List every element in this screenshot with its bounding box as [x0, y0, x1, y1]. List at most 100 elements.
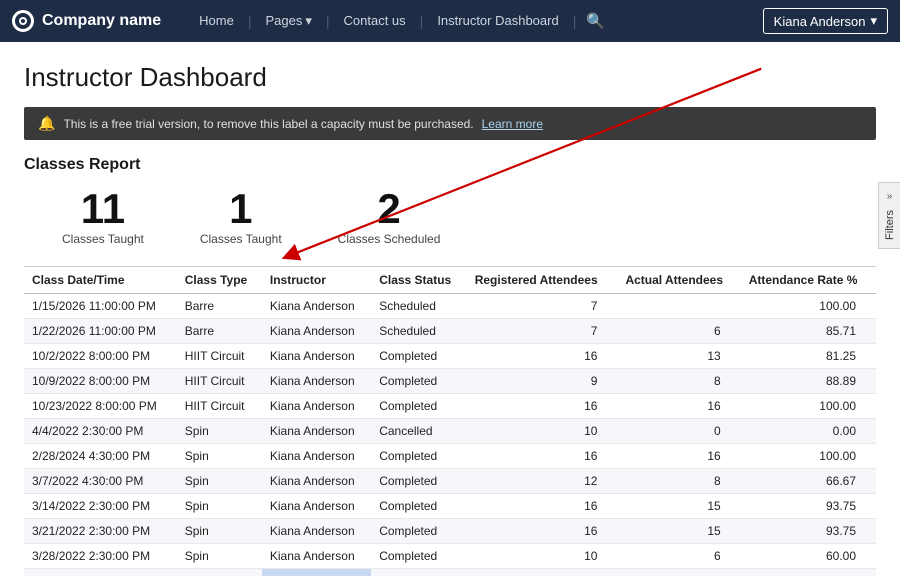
cell-instructor: Kiana Anderson	[262, 519, 371, 544]
stat-label-0: Classes Taught	[62, 232, 144, 246]
cell-registered: 16	[467, 444, 618, 469]
cell-instructor: Kiana Anderson	[262, 344, 371, 369]
stat-block-2: 2 Classes Scheduled	[310, 188, 469, 246]
cell-date: 10/23/2022 8:00:00 PM	[24, 394, 177, 419]
cell-status: Scheduled	[371, 294, 467, 319]
cell-registered: 14	[467, 569, 618, 576]
cell-type: Spin	[177, 469, 262, 494]
cell-rate: 93.75	[741, 519, 876, 544]
cell-rate: 60.00	[741, 544, 876, 569]
cell-instructor: Kiana Anderson	[262, 544, 371, 569]
trial-text: This is a free trial version, to remove …	[63, 117, 473, 131]
trial-banner: 🔔 This is a free trial version, to remov…	[24, 107, 876, 140]
filters-label: Filters	[884, 210, 896, 240]
cell-type: Spin	[177, 569, 262, 576]
cell-instructor: Kiana Anderson	[262, 369, 371, 394]
cell-status: Cancelled	[371, 419, 467, 444]
table-row: 10/2/2022 8:00:00 PM HIIT Circuit Kiana …	[24, 344, 876, 369]
cell-type: HIIT Circuit	[177, 394, 262, 419]
chevron-left-icon: »	[887, 191, 893, 202]
cell-status: Completed	[371, 494, 467, 519]
user-dropdown-icon: ▾	[870, 13, 877, 29]
stat-number-2: 2	[338, 188, 441, 230]
cell-instructor: Kiana Anderson	[262, 494, 371, 519]
col-rate: Attendance Rate %	[741, 267, 876, 294]
nav-instructor-dashboard[interactable]: Instructor Dashboard	[423, 0, 572, 42]
user-name-label: Kiana Anderson	[774, 14, 866, 29]
report-title: Classes Report	[24, 156, 876, 174]
table-row: 10/23/2022 8:00:00 PM HIIT Circuit Kiana…	[24, 394, 876, 419]
cell-registered: 16	[467, 519, 618, 544]
cell-date: 4/4/2022 2:30:00 PM	[24, 419, 177, 444]
cell-rate: 100.00	[741, 444, 876, 469]
company-logo[interactable]: Company name	[12, 10, 161, 32]
nav-bar: Company name Home | Pages ▾ | Contact us…	[0, 0, 900, 42]
cell-instructor: Kiana Anderson	[262, 319, 371, 344]
cell-registered: 10	[467, 419, 618, 444]
cell-type: HIIT Circuit	[177, 369, 262, 394]
cell-rate: 81.25	[741, 344, 876, 369]
cell-rate: 88.89	[741, 369, 876, 394]
cell-registered: 9	[467, 369, 618, 394]
cell-date: 4/11/2022 2:30:00 PM	[24, 569, 177, 576]
cell-registered: 7	[467, 319, 618, 344]
main-content: Instructor Dashboard 🔔 This is a free tr…	[0, 42, 900, 576]
stat-number-0: 11	[62, 188, 144, 230]
cell-registered: 7	[467, 294, 618, 319]
cell-rate: 0.00	[741, 419, 876, 444]
col-actual: Actual Attendees	[617, 267, 740, 294]
table-row: 3/7/2022 4:30:00 PM Spin Kiana Anderson …	[24, 469, 876, 494]
cell-status: Scheduled	[371, 319, 467, 344]
filters-sidebar[interactable]: » Filters	[878, 182, 900, 249]
search-icon[interactable]: 🔍	[576, 12, 615, 30]
cell-rate: 66.67	[741, 469, 876, 494]
cell-status: Completed	[371, 369, 467, 394]
table-row: 10/9/2022 8:00:00 PM HIIT Circuit Kiana …	[24, 369, 876, 394]
col-date: Class Date/Time	[24, 267, 177, 294]
col-instructor: Instructor	[262, 267, 371, 294]
nav-links: Home | Pages ▾ | Contact us | Instructor…	[185, 0, 759, 42]
stat-number-1: 1	[200, 188, 282, 230]
cell-type: Spin	[177, 419, 262, 444]
cell-type: Spin	[177, 519, 262, 544]
stat-block-0: 11 Classes Taught	[34, 188, 172, 246]
cell-actual: 16	[617, 394, 740, 419]
cell-status: Completed	[371, 519, 467, 544]
cell-status: Completed	[371, 444, 467, 469]
user-menu-button[interactable]: Kiana Anderson ▾	[763, 8, 888, 34]
cell-rate: 100.00	[741, 294, 876, 319]
cell-instructor: Kiana Anderson	[262, 419, 371, 444]
nav-pages[interactable]: Pages ▾	[251, 0, 325, 42]
cell-instructor: Kiana Anderson	[262, 444, 371, 469]
table-row: 2/28/2024 4:30:00 PM Spin Kiana Anderson…	[24, 444, 876, 469]
cell-actual: 15	[617, 494, 740, 519]
cell-actual	[617, 294, 740, 319]
logo-icon	[12, 10, 34, 32]
stat-label-1: Classes Taught	[200, 232, 282, 246]
table-header-row: Class Date/Time Class Type Instructor Cl…	[24, 267, 876, 294]
cell-type: Spin	[177, 494, 262, 519]
cell-actual: 8	[617, 369, 740, 394]
cell-rate: 85.71	[741, 319, 876, 344]
cell-registered: 12	[467, 469, 618, 494]
col-type: Class Type	[177, 267, 262, 294]
nav-home[interactable]: Home	[185, 0, 248, 42]
cell-date: 10/9/2022 8:00:00 PM	[24, 369, 177, 394]
cell-rate: 100.00	[741, 394, 876, 419]
learn-more-link[interactable]: Learn more	[482, 117, 543, 131]
cell-instructor: Kiana Anderson	[262, 294, 371, 319]
bell-icon: 🔔	[38, 115, 55, 132]
cell-rate: 64.29	[741, 569, 876, 576]
nav-contact[interactable]: Contact us	[330, 0, 420, 42]
cell-registered: 16	[467, 344, 618, 369]
cell-date: 2/28/2024 4:30:00 PM	[24, 444, 177, 469]
cell-instructor: Kiana Anderson	[262, 394, 371, 419]
cell-date: 3/21/2022 2:30:00 PM	[24, 519, 177, 544]
cell-instructor: Kiana Anderson	[262, 469, 371, 494]
cell-status: Completed	[371, 344, 467, 369]
cell-type: Spin	[177, 544, 262, 569]
stat-label-2: Classes Scheduled	[338, 232, 441, 246]
stats-row: 11 Classes Taught 1 Classes Taught 2 Cla…	[24, 188, 876, 246]
cell-instructor: Kiana Anderson	[262, 569, 371, 576]
cell-date: 3/7/2022 4:30:00 PM	[24, 469, 177, 494]
